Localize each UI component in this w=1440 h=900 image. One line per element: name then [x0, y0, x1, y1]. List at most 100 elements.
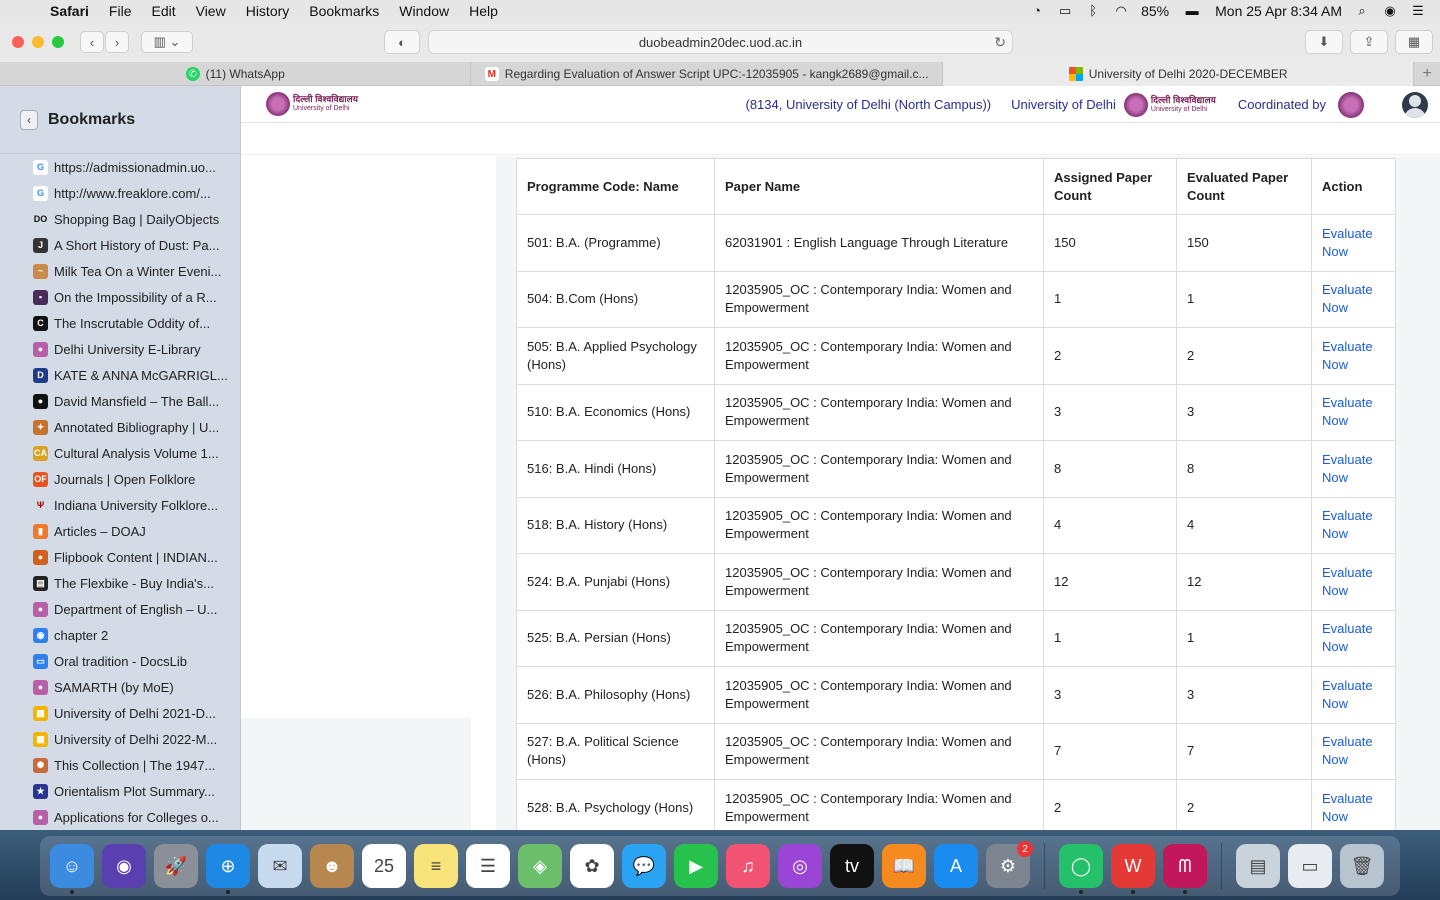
siri-icon[interactable]: ◉	[102, 844, 146, 888]
user-avatar-icon[interactable]	[1402, 91, 1428, 118]
evaluate-now-link[interactable]: Evaluate Now	[1322, 395, 1373, 428]
reminders-icon[interactable]: ☰	[466, 844, 510, 888]
bookmark-item[interactable]: ▤ The Flexbike - Buy India's...	[0, 570, 240, 596]
dock-glyph: ⚙	[999, 855, 1017, 876]
bookmark-item[interactable]: ~ Milk Tea On a Winter Eveni...	[0, 258, 240, 284]
menu-file[interactable]: File	[99, 3, 142, 19]
bookmark-item[interactable]: ● Flipbook Content | INDIAN...	[0, 544, 240, 570]
bookmark-item[interactable]: ● David Mansfield – The Ball...	[0, 388, 240, 414]
tab-gmail[interactable]: M Regarding Evaluation of Answer Script …	[471, 62, 943, 86]
bookmark-item[interactable]: ▭ Oral tradition - DocsLib	[0, 648, 240, 674]
sidebar-toggle-button[interactable]: ▥ ⌄	[141, 31, 193, 53]
notes-icon[interactable]: ≡	[414, 844, 458, 888]
safari-icon[interactable]: ⊕	[206, 844, 250, 894]
screen-time-icon[interactable]: ◔	[1029, 4, 1045, 18]
tab-university-of-delhi[interactable]: University of Delhi 2020-DECEMBER	[942, 62, 1415, 86]
evaluate-now-link[interactable]: Evaluate Now	[1322, 452, 1373, 485]
downloads-button[interactable]: ⬇	[1305, 30, 1343, 54]
bookmark-item[interactable]: ▦ University of Delhi 2021-D...	[0, 700, 240, 726]
privacy-report-button[interactable]: ◐	[384, 30, 420, 54]
evaluate-now-link[interactable]: Evaluate Now	[1322, 282, 1373, 315]
bookmark-item[interactable]: ● Delhi University E-Library	[0, 336, 240, 362]
menu-window[interactable]: Window	[389, 3, 459, 19]
bookmark-item[interactable]: Ghttp://www.freaklore.com/...	[0, 180, 240, 206]
back-button[interactable]: ‹	[80, 31, 104, 53]
spotlight-search-icon[interactable]: ⌕	[1354, 4, 1370, 18]
menu-safari[interactable]: Safari	[40, 3, 99, 19]
bookmark-item[interactable]: OF Journals | Open Folklore	[0, 466, 240, 492]
wifi-icon[interactable]: ◠	[1113, 4, 1129, 18]
menu-history[interactable]: History	[236, 3, 300, 19]
books-icon[interactable]: 📖	[882, 844, 926, 888]
bookmark-item[interactable]: ✺ This Collection | The 1947...	[0, 752, 240, 778]
bookmark-item[interactable]: ▮ Articles – DOAJ	[0, 518, 240, 544]
mendeley-icon[interactable]: ᗰ	[1163, 844, 1207, 894]
evaluate-now-link[interactable]: Evaluate Now	[1322, 791, 1373, 824]
documents-stack-icon[interactable]: ▭	[1288, 844, 1332, 888]
menu-help[interactable]: Help	[459, 3, 508, 19]
battery-icon[interactable]: ▬	[1181, 4, 1203, 18]
whatsapp-icon[interactable]: ◯	[1059, 844, 1103, 894]
downloads-stack-icon[interactable]: ▤	[1236, 844, 1280, 888]
evaluate-now-link[interactable]: Evaluate Now	[1322, 678, 1373, 711]
launchpad-icon[interactable]: 🚀	[154, 844, 198, 888]
reload-icon[interactable]: ↻	[994, 34, 1006, 51]
system-preferences-icon[interactable]: ⚙ 2	[986, 841, 1033, 888]
mail-icon[interactable]: ✉	[258, 844, 302, 888]
bookmark-item[interactable]: ✦ Annotated Bibliography | U...	[0, 414, 240, 440]
evaluate-now-link[interactable]: Evaluate Now	[1322, 339, 1373, 372]
evaluate-now-link[interactable]: Evaluate Now	[1322, 621, 1373, 654]
bookmark-item[interactable]: ★ Orientalism Plot Summary...	[0, 778, 240, 804]
bookmark-item[interactable]: ● Department of English – U...	[0, 596, 240, 622]
address-bar[interactable]: duobeadmin20dec.uod.ac.in ↻	[428, 30, 1013, 54]
tab-whatsapp[interactable]: ✆ (11) WhatsApp	[0, 62, 472, 86]
new-tab-button[interactable]: +	[1414, 62, 1440, 85]
menu-edit[interactable]: Edit	[141, 3, 185, 19]
photos-icon[interactable]: ✿	[570, 844, 614, 888]
sidebar-back-button[interactable]: ‹	[20, 109, 38, 130]
trash-icon[interactable]: 🗑	[1340, 844, 1384, 888]
airplay-icon[interactable]: ▭	[1057, 4, 1073, 18]
minimize-window-icon[interactable]	[32, 36, 44, 48]
close-window-icon[interactable]	[12, 36, 24, 48]
bookmark-item[interactable]: ● SAMARTH (by MoE)	[0, 674, 240, 700]
zoom-window-icon[interactable]	[52, 36, 64, 48]
forward-button[interactable]: ›	[105, 31, 129, 53]
bookmark-item[interactable]: ● Applications for Colleges o...	[0, 804, 240, 830]
paper-name-cell: 12035905_OC : Contemporary India: Women …	[714, 327, 1044, 385]
bookmark-item[interactable]: Ψ Indiana University Folklore...	[0, 492, 240, 518]
contacts-icon[interactable]: ☻	[310, 844, 354, 888]
music-icon[interactable]: ♫	[726, 844, 770, 888]
finder-icon[interactable]: ☺	[50, 844, 94, 894]
evaluate-now-link[interactable]: Evaluate Now	[1322, 565, 1373, 598]
tab-overview-button[interactable]: ▦	[1395, 30, 1433, 54]
bookmark-item[interactable]: J A Short History of Dust: Pa...	[0, 232, 240, 258]
control-center-icon[interactable]: ☰	[1410, 4, 1426, 18]
wps-icon[interactable]: W	[1111, 844, 1155, 894]
bookmark-item[interactable]: C The Inscrutable Oddity of...	[0, 310, 240, 336]
calendar-icon[interactable]: 25	[362, 844, 406, 888]
menu-bookmarks[interactable]: Bookmarks	[299, 3, 389, 19]
du-logo[interactable]: दिल्ली विश्वविद्यालय University of Delhi	[266, 92, 358, 116]
bookmark-item[interactable]: CA Cultural Analysis Volume 1...	[0, 440, 240, 466]
evaluate-now-link[interactable]: Evaluate Now	[1322, 226, 1373, 259]
bookmark-item[interactable]: D KATE & ANNA McGARRIGL...	[0, 362, 240, 388]
bookmark-item[interactable]: ▦ University of Delhi 2022-M...	[0, 726, 240, 752]
bookmark-item[interactable]: DO Shopping Bag | DailyObjects	[0, 206, 240, 232]
siri-menu-icon[interactable]: ◉	[1382, 4, 1398, 18]
bookmark-item[interactable]: ◉ chapter 2	[0, 622, 240, 648]
facetime-icon[interactable]: ▶	[674, 844, 718, 888]
apple-tv-icon[interactable]: tv	[830, 844, 874, 888]
evaluate-now-link[interactable]: Evaluate Now	[1322, 508, 1373, 541]
podcasts-icon[interactable]: ◎	[778, 844, 822, 888]
bluetooth-icon[interactable]: ᛒ	[1085, 4, 1101, 18]
messages-icon[interactable]: 💬	[622, 844, 666, 888]
maps-icon[interactable]: ◈	[518, 844, 562, 888]
menu-clock[interactable]: Mon 25 Apr 8:34 AM	[1215, 3, 1342, 19]
bookmark-item[interactable]: Ghttps://admissionadmin.uo...	[0, 154, 240, 180]
app-store-icon[interactable]: A	[934, 844, 978, 888]
menu-view[interactable]: View	[186, 3, 236, 19]
evaluate-now-link[interactable]: Evaluate Now	[1322, 734, 1373, 767]
share-button[interactable]: ⇪	[1350, 30, 1388, 54]
bookmark-item[interactable]: ▪ On the Impossibility of a R...	[0, 284, 240, 310]
